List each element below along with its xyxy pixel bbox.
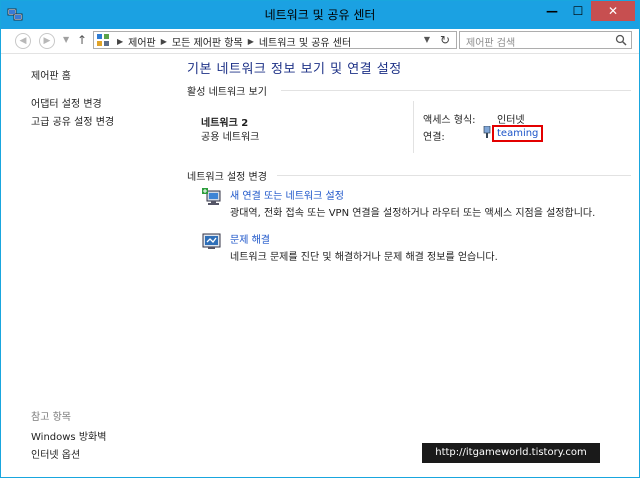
chevron-right-icon[interactable]: ▶ (161, 37, 167, 46)
refresh-icon[interactable]: ↻ (440, 33, 450, 47)
address-bar[interactable]: ▶ 제어판 ▶ 모든 제어판 항목 ▶ 네트워크 및 공유 센터 ▼ ↻ (93, 31, 457, 49)
active-networks-heading: 활성 네트워크 보기 (187, 87, 267, 98)
address-dropdown-icon[interactable]: ▼ (424, 35, 430, 44)
connection-teaming-link[interactable]: teaming (492, 125, 544, 142)
setup-new-connection-description: 광대역, 전화 접속 또는 VPN 연결을 설정하거나 라우터 또는 액세스 지… (230, 208, 596, 219)
forward-button[interactable]: ▶ (39, 33, 55, 49)
troubleshoot-link[interactable]: 문제 해결 (230, 231, 270, 246)
sidebar-control-panel-home[interactable]: 제어판 홈 (31, 67, 71, 82)
new-connection-icon (202, 188, 221, 205)
search-placeholder: 제어판 검색 (466, 38, 516, 49)
troubleshoot-icon (202, 233, 221, 249)
ethernet-icon (483, 126, 491, 138)
chevron-right-icon[interactable]: ▶ (248, 37, 254, 46)
back-button[interactable]: ◀ (15, 33, 31, 49)
up-arrow-icon[interactable]: ↑ (77, 33, 87, 47)
network-name: 네트워크 2 (201, 118, 249, 129)
access-type-label: 액세스 형식: (423, 115, 476, 126)
section-divider (281, 90, 631, 91)
window-controls: — ☐ ✕ (539, 1, 635, 21)
access-type-value: 인터넷 (497, 115, 525, 126)
sidebar-change-advanced-sharing[interactable]: 고급 공유 설정 변경 (31, 113, 114, 128)
recent-pages-dropdown-icon[interactable]: ▼ (63, 35, 69, 44)
breadcrumb-network-center[interactable]: 네트워크 및 공유 센터 (259, 34, 351, 49)
network-type: 공용 네트워크 (201, 132, 260, 143)
network-sharing-center-window: 네트워크 및 공유 센터 — ☐ ✕ ◀ ▶ ▼ ↑ ▶ 제어판 ▶ 모든 제어… (0, 0, 640, 478)
control-panel-icon (97, 34, 109, 46)
see-also-label: 참고 항목 (31, 412, 71, 423)
chevron-right-icon[interactable]: ▶ (117, 37, 123, 46)
title-bar[interactable]: 네트워크 및 공유 센터 — ☐ ✕ (1, 1, 639, 29)
search-icon[interactable] (615, 34, 627, 46)
navigation-bar: ◀ ▶ ▼ ↑ ▶ 제어판 ▶ 모든 제어판 항목 ▶ 네트워크 및 공유 센터… (1, 29, 639, 54)
vertical-divider (413, 101, 414, 153)
maximize-button[interactable]: ☐ (565, 1, 591, 21)
setup-new-connection-link[interactable]: 새 연결 또는 네트워크 설정 (230, 187, 344, 202)
blog-url-watermark: http://itgameworld.tistory.com (422, 443, 600, 463)
close-button[interactable]: ✕ (591, 1, 635, 21)
breadcrumb-control-panel[interactable]: 제어판 (128, 34, 156, 49)
search-input[interactable]: 제어판 검색 (459, 31, 632, 49)
sidebar-windows-firewall[interactable]: Windows 방화벽 (31, 428, 106, 443)
connection-label: 연결: (423, 132, 445, 143)
breadcrumb-all-items[interactable]: 모든 제어판 항목 (172, 34, 243, 49)
sidebar-internet-options[interactable]: 인터넷 옵션 (31, 446, 80, 461)
change-settings-heading: 네트워크 설정 변경 (187, 172, 267, 183)
sidebar-change-adapter-settings[interactable]: 어댑터 설정 변경 (31, 95, 102, 110)
minimize-button[interactable]: — (539, 1, 565, 21)
troubleshoot-description: 네트워크 문제를 진단 및 해결하거나 문제 해결 정보를 얻습니다. (230, 252, 498, 263)
page-title: 기본 네트워크 정보 보기 및 연결 설정 (187, 62, 402, 77)
section-divider (277, 175, 631, 176)
breadcrumb: ▶ 제어판 ▶ 모든 제어판 항목 ▶ 네트워크 및 공유 센터 (112, 34, 351, 49)
